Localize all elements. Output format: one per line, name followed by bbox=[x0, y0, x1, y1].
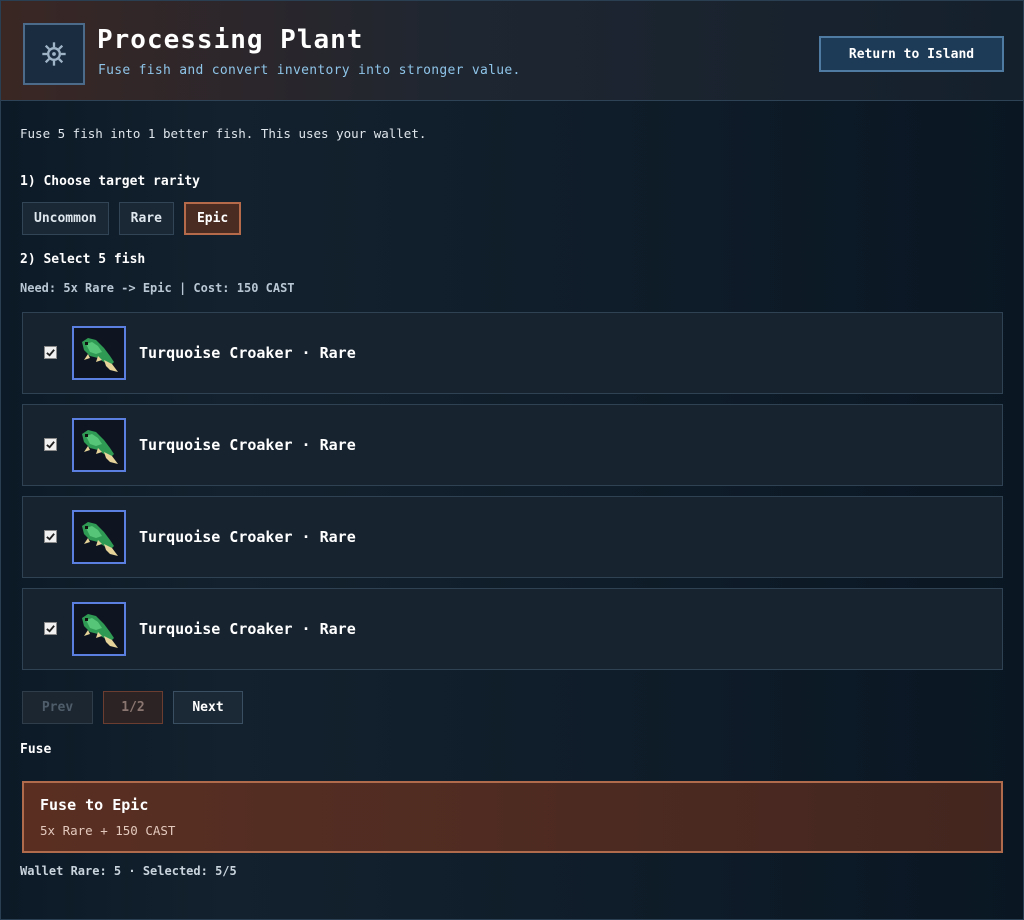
fish-thumbnail bbox=[72, 602, 126, 656]
fish-thumbnail bbox=[72, 510, 126, 564]
check-icon bbox=[46, 349, 55, 357]
gear-icon bbox=[42, 42, 66, 66]
fish-list-item[interactable]: Turquoise Croaker · Rare bbox=[22, 312, 1003, 394]
page-header: Processing Plant Fuse fish and convert i… bbox=[1, 1, 1023, 101]
step2-heading: 2) Select 5 fish bbox=[20, 252, 146, 267]
intro-text: Fuse 5 fish into 1 better fish. This use… bbox=[20, 126, 427, 141]
fish-icon bbox=[82, 430, 118, 464]
rarity-option-uncommon[interactable]: Uncommon bbox=[22, 202, 109, 235]
fish-thumbnail bbox=[72, 326, 126, 380]
fish-name: Turquoise Croaker · Rare bbox=[139, 344, 356, 362]
fish-name: Turquoise Croaker · Rare bbox=[139, 436, 356, 454]
rarity-selector: Uncommon Rare Epic bbox=[22, 202, 242, 235]
fish-icon bbox=[82, 614, 118, 648]
requirement-text: Need: 5x Rare -> Epic | Cost: 150 CAST bbox=[20, 281, 295, 295]
fish-list-item[interactable]: Turquoise Croaker · Rare bbox=[22, 404, 1003, 486]
pagination: Prev 1/2 Next bbox=[22, 691, 243, 724]
page-subtitle: Fuse fish and convert inventory into str… bbox=[98, 63, 521, 78]
fuse-button[interactable]: Fuse to Epic 5x Rare + 150 CAST bbox=[22, 781, 1003, 853]
fuse-section-label: Fuse bbox=[20, 742, 52, 757]
next-page-button[interactable]: Next bbox=[173, 691, 243, 724]
fish-list-item[interactable]: Turquoise Croaker · Rare bbox=[22, 496, 1003, 578]
page-title: Processing Plant bbox=[97, 25, 364, 55]
fish-checkbox[interactable] bbox=[44, 622, 57, 635]
fuse-button-cost: 5x Rare + 150 CAST bbox=[40, 823, 176, 838]
page-indicator: 1/2 bbox=[103, 691, 163, 724]
return-to-island-button[interactable]: Return to Island bbox=[819, 36, 1004, 72]
rarity-option-rare[interactable]: Rare bbox=[118, 202, 174, 235]
fish-icon bbox=[82, 338, 118, 372]
step1-heading: 1) Choose target rarity bbox=[20, 174, 201, 189]
check-icon bbox=[46, 533, 55, 541]
check-icon bbox=[46, 441, 55, 449]
fish-checkbox[interactable] bbox=[44, 438, 57, 451]
plant-logo bbox=[23, 23, 85, 85]
fish-list-item[interactable]: Turquoise Croaker · Rare bbox=[22, 588, 1003, 670]
wallet-status: Wallet Rare: 5 · Selected: 5/5 bbox=[20, 864, 237, 878]
fish-icon bbox=[82, 522, 118, 556]
fish-list: Turquoise Croaker · Rare Turquoise Croak… bbox=[22, 312, 1003, 680]
fish-name: Turquoise Croaker · Rare bbox=[139, 620, 356, 638]
fish-name: Turquoise Croaker · Rare bbox=[139, 528, 356, 546]
prev-page-button[interactable]: Prev bbox=[22, 691, 93, 724]
fish-checkbox[interactable] bbox=[44, 346, 57, 359]
fish-checkbox[interactable] bbox=[44, 530, 57, 543]
fish-thumbnail bbox=[72, 418, 126, 472]
check-icon bbox=[46, 625, 55, 633]
fuse-button-title: Fuse to Epic bbox=[40, 796, 149, 814]
rarity-option-epic[interactable]: Epic bbox=[183, 202, 242, 235]
